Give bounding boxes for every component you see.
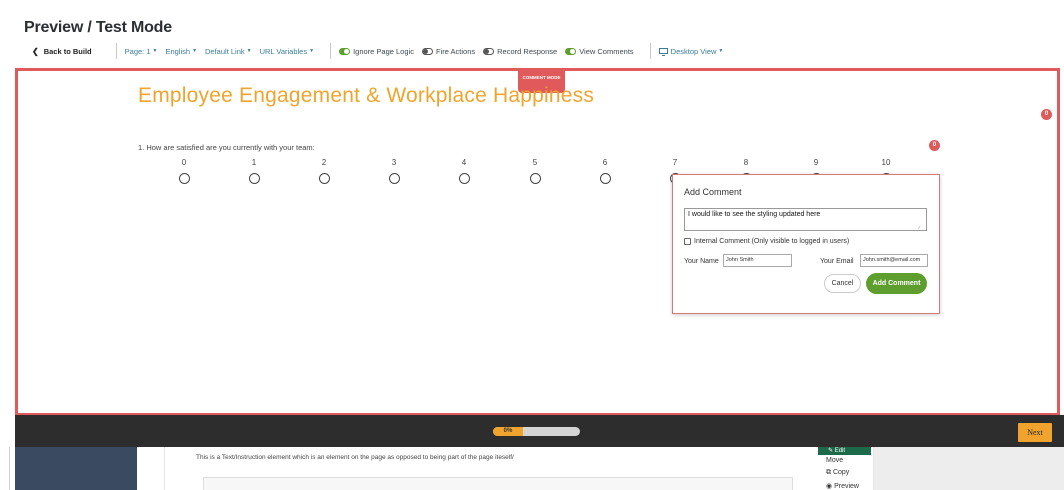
caret-down-icon: ▼ — [152, 48, 158, 54]
copy-action[interactable]: ⧉ Copy — [826, 469, 849, 477]
view-dropdown[interactable]: Desktop View ▼ — [658, 46, 724, 56]
toggle-switch-icon — [565, 47, 577, 55]
add-comment-popup: Add Comment I would like to see the styl… — [672, 174, 940, 314]
builder-right-panel — [874, 447, 1064, 490]
scale-label: 10 — [881, 158, 891, 167]
scale-label: 2 — [321, 158, 327, 167]
copy-label: Copy — [832, 469, 850, 476]
record-response-toggle[interactable]: Record Response — [483, 47, 557, 56]
page-title: Preview / Test Mode — [24, 19, 172, 36]
add-comment-button[interactable]: Add Comment — [866, 273, 927, 294]
chevron-left-icon: ❮ — [32, 46, 39, 56]
language-dropdown-label: English — [165, 46, 191, 56]
internal-comment-option[interactable]: Internal Comment (Only visible to logged… — [684, 238, 849, 245]
page-dropdown-label: Page: 1 — [124, 46, 151, 56]
page-comment-count-badge[interactable]: 0 — [1041, 109, 1052, 120]
email-label: Your Email — [820, 258, 854, 265]
scale-label: 6 — [602, 158, 608, 167]
monitor-icon — [658, 48, 668, 56]
toolbar-divider — [115, 43, 117, 59]
progress-fill: 0% — [493, 427, 523, 436]
scale-label: 7 — [672, 158, 678, 167]
caret-down-icon: ▼ — [192, 48, 198, 54]
toggle-switch-icon — [421, 47, 433, 55]
caret-down-icon: ▼ — [246, 48, 252, 54]
comment-textarea[interactable]: I would like to see the styling updated … — [684, 208, 927, 231]
survey-footer-bar: 0% Next — [15, 415, 1064, 447]
edit-button[interactable]: ✎ Edit — [818, 447, 871, 455]
toolbar-divider — [330, 43, 332, 59]
scale-radio-1[interactable] — [249, 173, 260, 184]
toggle-label: Fire Actions — [435, 46, 476, 56]
language-dropdown[interactable]: English ▼ — [165, 47, 197, 56]
pencil-icon: ✎ — [828, 448, 834, 454]
next-button[interactable]: Next — [1018, 423, 1052, 442]
internal-comment-checkbox[interactable] — [684, 238, 691, 245]
fire-actions-toggle[interactable]: Fire Actions — [421, 46, 476, 56]
back-to-build-link[interactable]: ❮ Back to Build — [32, 47, 92, 56]
caret-down-icon: ▼ — [309, 48, 315, 54]
scale-label: 8 — [743, 158, 749, 167]
caret-down-icon: ▼ — [718, 48, 724, 54]
question-text: 1. How are satisfied are you currently w… — [138, 143, 315, 152]
move-action[interactable]: Move — [826, 457, 843, 464]
view-dropdown-label: Desktop View — [670, 46, 717, 56]
name-label: Your Name — [684, 258, 719, 265]
toggle-label: Ignore Page Logic — [353, 46, 414, 56]
eye-icon: ◉ — [826, 483, 833, 490]
scale-label: 1 — [251, 158, 257, 167]
builder-element-box — [203, 477, 793, 490]
link-dropdown-label: Default Link — [205, 46, 245, 56]
page-divider — [9, 447, 10, 490]
scale-radio-3[interactable] — [389, 173, 400, 184]
survey-title: Employee Engagement & Workplace Happines… — [138, 84, 595, 107]
view-comments-toggle[interactable]: View Comments — [565, 46, 634, 56]
question-comment-count-badge[interactable]: 0 — [929, 140, 940, 151]
scale-radio-5[interactable] — [530, 173, 541, 184]
link-dropdown[interactable]: Default Link ▼ — [205, 47, 252, 56]
toggle-label: Record Response — [497, 46, 558, 56]
toggle-label: View Comments — [579, 46, 634, 56]
builder-sidebar — [15, 447, 137, 490]
preview-action[interactable]: ◉ Preview — [826, 482, 859, 490]
back-to-build-label: Back to Build — [43, 46, 92, 56]
popup-title: Add Comment — [684, 187, 742, 197]
scale-label: 9 — [813, 158, 819, 167]
toggle-switch-icon — [339, 47, 351, 55]
scale-label: 0 — [181, 158, 187, 167]
text-instruction-element: This is a Text/Instruction element which… — [196, 454, 514, 461]
scale-radio-0[interactable] — [179, 173, 190, 184]
ignore-page-logic-toggle[interactable]: Ignore Page Logic — [339, 47, 414, 56]
name-input[interactable]: John Smith — [723, 254, 792, 267]
preview-toolbar: ❮ Back to Build Page: 1 ▼ English ▼ Defa… — [24, 43, 731, 59]
url-variables-label: URL Variables — [259, 46, 308, 56]
toolbar-divider — [649, 43, 651, 59]
page-dropdown[interactable]: Page: 1 ▼ — [125, 47, 158, 56]
url-variables-dropdown[interactable]: URL Variables ▼ — [260, 47, 314, 56]
internal-comment-label: Internal Comment (Only visible to logged… — [694, 238, 850, 245]
toggle-switch-icon — [483, 47, 495, 55]
scale-radio-6[interactable] — [600, 173, 611, 184]
scale-radio-4[interactable] — [459, 173, 470, 184]
resize-handle-icon[interactable]: ∕ — [919, 225, 920, 231]
scale-label: 5 — [532, 158, 538, 167]
edit-label: Edit — [834, 448, 846, 454]
preview-label: Preview — [834, 483, 859, 490]
progress-bar: 0% — [493, 427, 580, 436]
scale-radio-2[interactable] — [319, 173, 330, 184]
scale-label: 4 — [461, 158, 467, 167]
email-input[interactable]: John.smith@email.com — [860, 254, 928, 267]
cancel-button[interactable]: Cancel — [824, 274, 861, 293]
scale-label: 3 — [391, 158, 397, 167]
copy-icon: ⧉ — [826, 469, 831, 476]
